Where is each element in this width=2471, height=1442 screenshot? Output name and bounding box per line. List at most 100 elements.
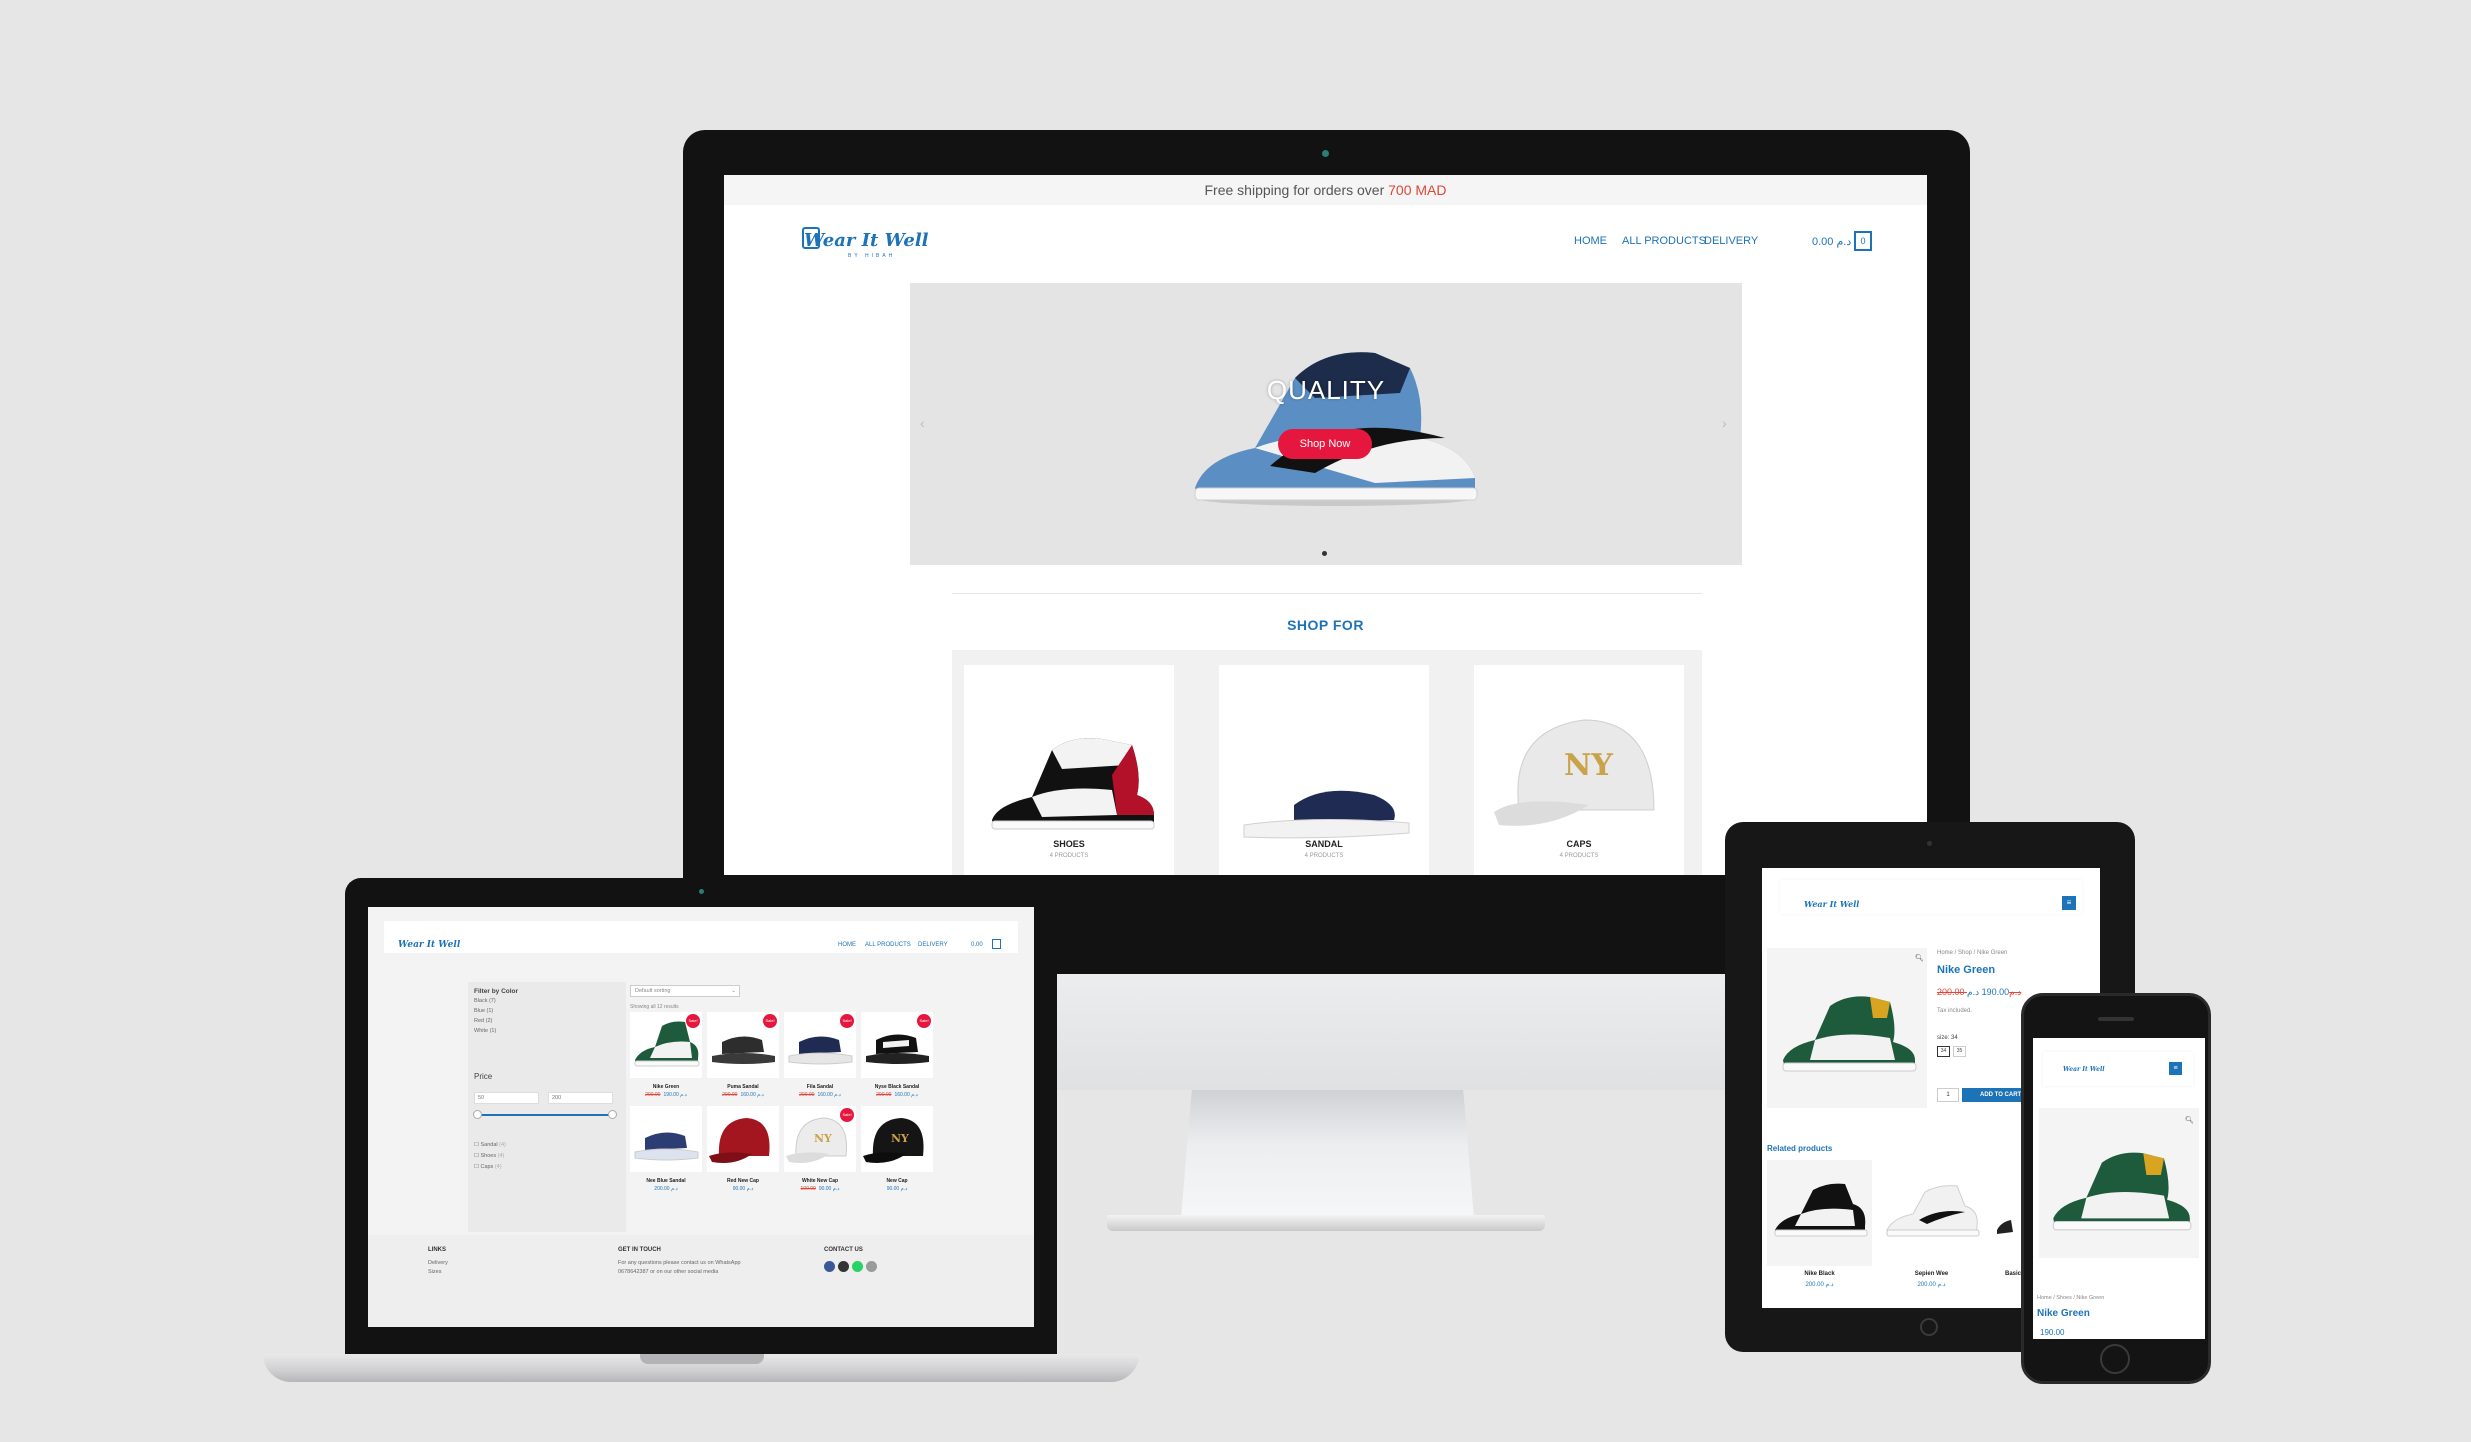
product-card[interactable]: Red New Cap 90.00 د.م: [707, 1106, 779, 1196]
cart-total[interactable]: 0.00: [971, 942, 983, 948]
category-filter-option[interactable]: ☐ Caps (4): [474, 1164, 502, 1170]
footer-link-delivery[interactable]: Delivery: [428, 1259, 448, 1268]
product-current-price: 190.00 د.م: [663, 1092, 687, 1098]
product-name[interactable]: Nee Blue Sandal: [630, 1178, 702, 1184]
cart-icon[interactable]: [992, 939, 1001, 949]
laptop-camera: [699, 889, 704, 894]
category-card-shoes[interactable]: SHOES 4 PRODUCTS: [964, 665, 1174, 875]
monitor-stand-base: [1107, 1215, 1545, 1231]
filter-color-option[interactable]: White (1): [474, 1028, 496, 1034]
site-logo[interactable]: Wear It Well: [1804, 899, 1859, 909]
category-card-caps[interactable]: NY CAPS 4 PRODUCTS: [1474, 665, 1684, 875]
instagram-icon[interactable]: [838, 1261, 849, 1272]
product-name[interactable]: Nyse Black Sandal: [861, 1084, 933, 1090]
nav-home[interactable]: HOME: [1574, 235, 1607, 247]
price-range-handle-min[interactable]: [473, 1110, 482, 1119]
filter-color-option[interactable]: Red (2): [474, 1018, 492, 1024]
caps-category-image: NY: [1494, 719, 1655, 826]
zoom-icon[interactable]: 🔍︎: [2185, 1116, 2194, 1124]
product-old-price: 100.00: [800, 1186, 816, 1192]
product-name[interactable]: Fila Sandal: [784, 1084, 856, 1090]
product-card[interactable]: Sale! Nike Green 200.00 190.00 د.م: [630, 1012, 702, 1102]
nav-delivery[interactable]: DELIVERY: [918, 942, 948, 948]
price-range-track[interactable]: [476, 1114, 614, 1116]
product-card[interactable]: Nee Blue Sandal 200.00 د.م: [630, 1106, 702, 1196]
product-price: 190.00: [2037, 1328, 2064, 1337]
category-filter-count: (4): [497, 1153, 505, 1159]
product-gallery[interactable]: 🔍︎: [2039, 1108, 2199, 1258]
sandal-category-image: [1243, 790, 1410, 839]
hero-slider[interactable]: QUALITY Shop Now ‹ ›: [910, 283, 1742, 565]
slider-prev-icon[interactable]: ‹: [920, 415, 925, 431]
breadcrumb[interactable]: Home / Shop / Nike Green: [1937, 950, 2007, 956]
svg-text:NY: NY: [1564, 748, 1613, 783]
related-product-card[interactable]: [1879, 1160, 1984, 1266]
site-logo[interactable]: Wear It Well: [2063, 1066, 2105, 1073]
product-current-price: 90.00 د.م: [732, 1186, 754, 1192]
product-name[interactable]: Puma Sandal: [707, 1084, 779, 1090]
related-product-name[interactable]: Nike Black: [1767, 1271, 1872, 1277]
category-filter-label: Sandal: [480, 1142, 498, 1148]
price-range-handle-max[interactable]: [608, 1110, 617, 1119]
sort-select[interactable]: Default sorting ⌄: [630, 985, 740, 997]
product-name[interactable]: Nike Green: [630, 1084, 702, 1090]
product-price: 200.00 د.م: [630, 1186, 702, 1192]
nav-all-products[interactable]: ALL PRODUCTS: [865, 942, 911, 948]
product-current-price: 160.00 د.م: [740, 1092, 764, 1098]
slide-caption: QUALITY: [1266, 375, 1386, 405]
slider-dot[interactable]: [1322, 551, 1327, 556]
nav-home[interactable]: HOME: [838, 942, 856, 948]
category-filter-option[interactable]: ☐ Shoes (4): [474, 1153, 504, 1159]
footer-contact-title: CONTACT US: [824, 1247, 863, 1253]
svg-text:NY: NY: [891, 1132, 909, 1145]
menu-icon[interactable]: ≡: [2062, 896, 2076, 910]
nav-delivery[interactable]: DELIVERY: [1704, 235, 1758, 247]
zoom-icon[interactable]: 🔍︎: [1915, 954, 1924, 962]
product-card[interactable]: Sale! Puma Sandal 200.00 160.00 د.م: [707, 1012, 779, 1102]
size-option-35[interactable]: 35: [1953, 1046, 1966, 1057]
slider-next-icon[interactable]: ›: [1722, 415, 1727, 431]
cart-count: 0: [1860, 236, 1866, 246]
price-filter-title: Price: [474, 1072, 493, 1081]
product-card[interactable]: NY New Cap 90.00 د.م: [861, 1106, 933, 1196]
product-name[interactable]: Red New Cap: [707, 1178, 779, 1184]
monitor-camera: [1322, 150, 1329, 157]
cart-total[interactable]: 0.00 د.م: [1812, 235, 1851, 248]
shop-now-button[interactable]: Shop Now: [1278, 429, 1372, 459]
cart-icon[interactable]: 0: [1854, 231, 1872, 251]
product-price: 200.00 160.00 د.م: [784, 1092, 856, 1098]
product-old-price: 200.00: [722, 1092, 738, 1098]
product-name[interactable]: New Cap: [861, 1178, 933, 1184]
related-product-card[interactable]: [1767, 1160, 1872, 1266]
product-title: Nike Green: [1937, 964, 1996, 976]
category-card-sandal[interactable]: SANDAL 4 PRODUCTS: [1219, 665, 1429, 875]
filter-color-option[interactable]: Black (7): [474, 998, 496, 1004]
price-min-input[interactable]: 50: [474, 1092, 539, 1104]
quantity-input[interactable]: 1: [1937, 1088, 1959, 1102]
category-filter-option[interactable]: ☐ Sandal (4): [474, 1142, 506, 1148]
product-card[interactable]: NY Sale! White New Cap 100.00 90.00 د.م: [784, 1106, 856, 1196]
breadcrumb[interactable]: Home / Shoes / Nike Green: [2037, 1295, 2104, 1301]
footer-touch-title: GET IN TOUCH: [618, 1247, 661, 1253]
site-logo[interactable]: Wear It Well: [804, 230, 929, 251]
size-option-34[interactable]: 34: [1937, 1046, 1950, 1057]
price-max-input[interactable]: 200: [548, 1092, 613, 1104]
whatsapp-icon[interactable]: [852, 1261, 863, 1272]
product-card[interactable]: Sale! Nyse Black Sandal 200.00 160.00 د.م: [861, 1012, 933, 1102]
product-current-price: 200.00 د.م: [654, 1186, 678, 1192]
product-card[interactable]: Sale! Fila Sandal 200.00 160.00 د.م: [784, 1012, 856, 1102]
email-icon[interactable]: [866, 1261, 877, 1272]
site-logo[interactable]: Wear It Well: [398, 940, 460, 950]
product-name[interactable]: White New Cap: [784, 1178, 856, 1184]
related-product-name[interactable]: Sepien Wee: [1879, 1271, 1984, 1277]
product-gallery[interactable]: 🔍︎: [1767, 948, 1927, 1108]
facebook-icon[interactable]: [824, 1261, 835, 1272]
footer-link-sizes[interactable]: Sizes: [428, 1268, 441, 1277]
related-product-image-white: [1886, 1185, 1980, 1237]
shoes-category-image: [991, 738, 1155, 830]
product-current-price: 190.00: [2040, 1328, 2065, 1337]
product-price: 90.00 د.م: [707, 1186, 779, 1192]
menu-icon[interactable]: ≡: [2169, 1062, 2182, 1075]
filter-color-option[interactable]: Blue (1): [474, 1008, 493, 1014]
nav-all-products[interactable]: ALL PRODUCTS: [1622, 235, 1706, 247]
